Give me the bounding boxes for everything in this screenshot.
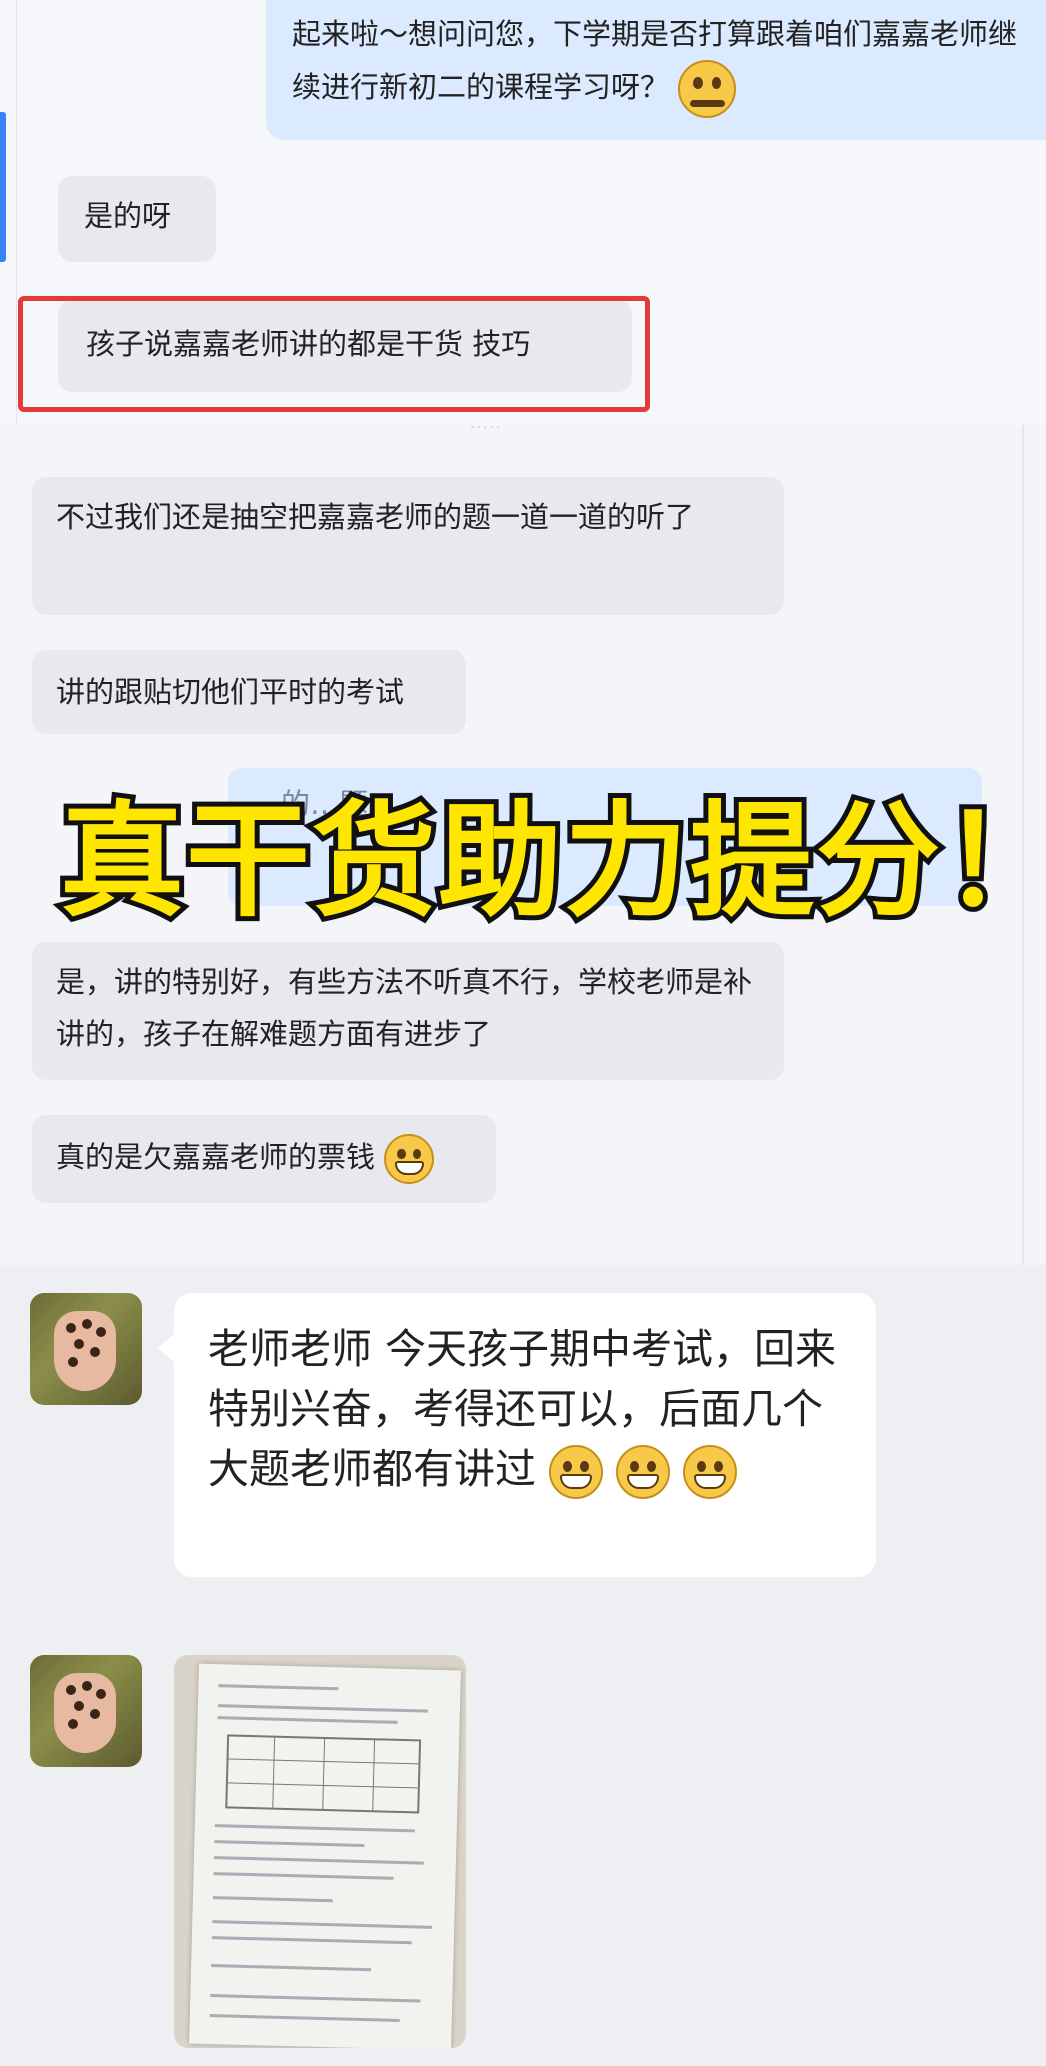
message-bubble-received[interactable]: 老师老师 今天孩子期中考试，回来特别兴奋，考得还可以，后面几个大题老师都有讲过 bbox=[174, 1293, 876, 1577]
exam-paper bbox=[189, 1663, 461, 2048]
message-bubble-received[interactable]: 是，讲的特别好，有些方法不听真不行，学校老师是补讲的，孩子在解难题方面有进步了 bbox=[32, 942, 784, 1080]
message-text: 是的呀 bbox=[84, 199, 172, 233]
message-text: 真的是欠嘉嘉老师的票钱 bbox=[56, 1140, 376, 1174]
message-text: 老师老师 今天孩子期中考试，回来特别兴奋，考得还可以，后面几个大题老师都有讲过 bbox=[208, 1325, 837, 1493]
grinning-face-emoji bbox=[683, 1445, 738, 1499]
grinning-face-emoji bbox=[549, 1445, 604, 1499]
promo-overlay-caption: 真干货助力提分！ bbox=[55, 785, 1046, 939]
message-text: 讲的跟贴切他们平时的考试 bbox=[56, 675, 405, 709]
message-text: 起来啦～想问问您，下学期是否打算跟着咱们嘉嘉老师继续进行新初二的课程学习呀？ bbox=[292, 17, 1018, 104]
highlight-frame bbox=[18, 296, 650, 412]
message-bubble-received[interactable]: 真的是欠嘉嘉老师的票钱 bbox=[32, 1115, 496, 1203]
thinking-face-emoji bbox=[678, 60, 737, 118]
panel-divider bbox=[16, 0, 17, 425]
contact-avatar[interactable] bbox=[30, 1293, 142, 1405]
separator-dots: ····· bbox=[470, 420, 503, 436]
contact-avatar[interactable] bbox=[30, 1655, 142, 1767]
message-bubble-received[interactable]: 是的呀 bbox=[58, 176, 216, 262]
exam-paper-photo[interactable] bbox=[174, 1655, 466, 2048]
message-bubble-received[interactable]: 不过我们还是抽空把嘉嘉老师的题一道一道的听了 bbox=[32, 477, 784, 615]
message-text: 不过我们还是抽空把嘉嘉老师的题一道一道的听了 bbox=[56, 500, 695, 534]
chat-screenshot-top: 起来啦～想问问您，下学期是否打算跟着咱们嘉嘉老师继续进行新初二的课程学习呀？ 是… bbox=[0, 0, 1046, 425]
bubble-tail bbox=[158, 1334, 174, 1362]
message-text: 是，讲的特别好，有些方法不听真不行，学校老师是补讲的，孩子在解难题方面有进步了 bbox=[56, 965, 753, 1051]
grinning-face-emoji bbox=[616, 1445, 671, 1499]
grinning-face-emoji bbox=[384, 1134, 435, 1184]
selection-accent-bar bbox=[0, 112, 6, 262]
message-bubble-sent[interactable]: 起来啦～想问问您，下学期是否打算跟着咱们嘉嘉老师继续进行新初二的课程学习呀？ bbox=[266, 0, 1046, 140]
message-bubble-received[interactable]: 讲的跟贴切他们平时的考试 bbox=[32, 650, 466, 734]
